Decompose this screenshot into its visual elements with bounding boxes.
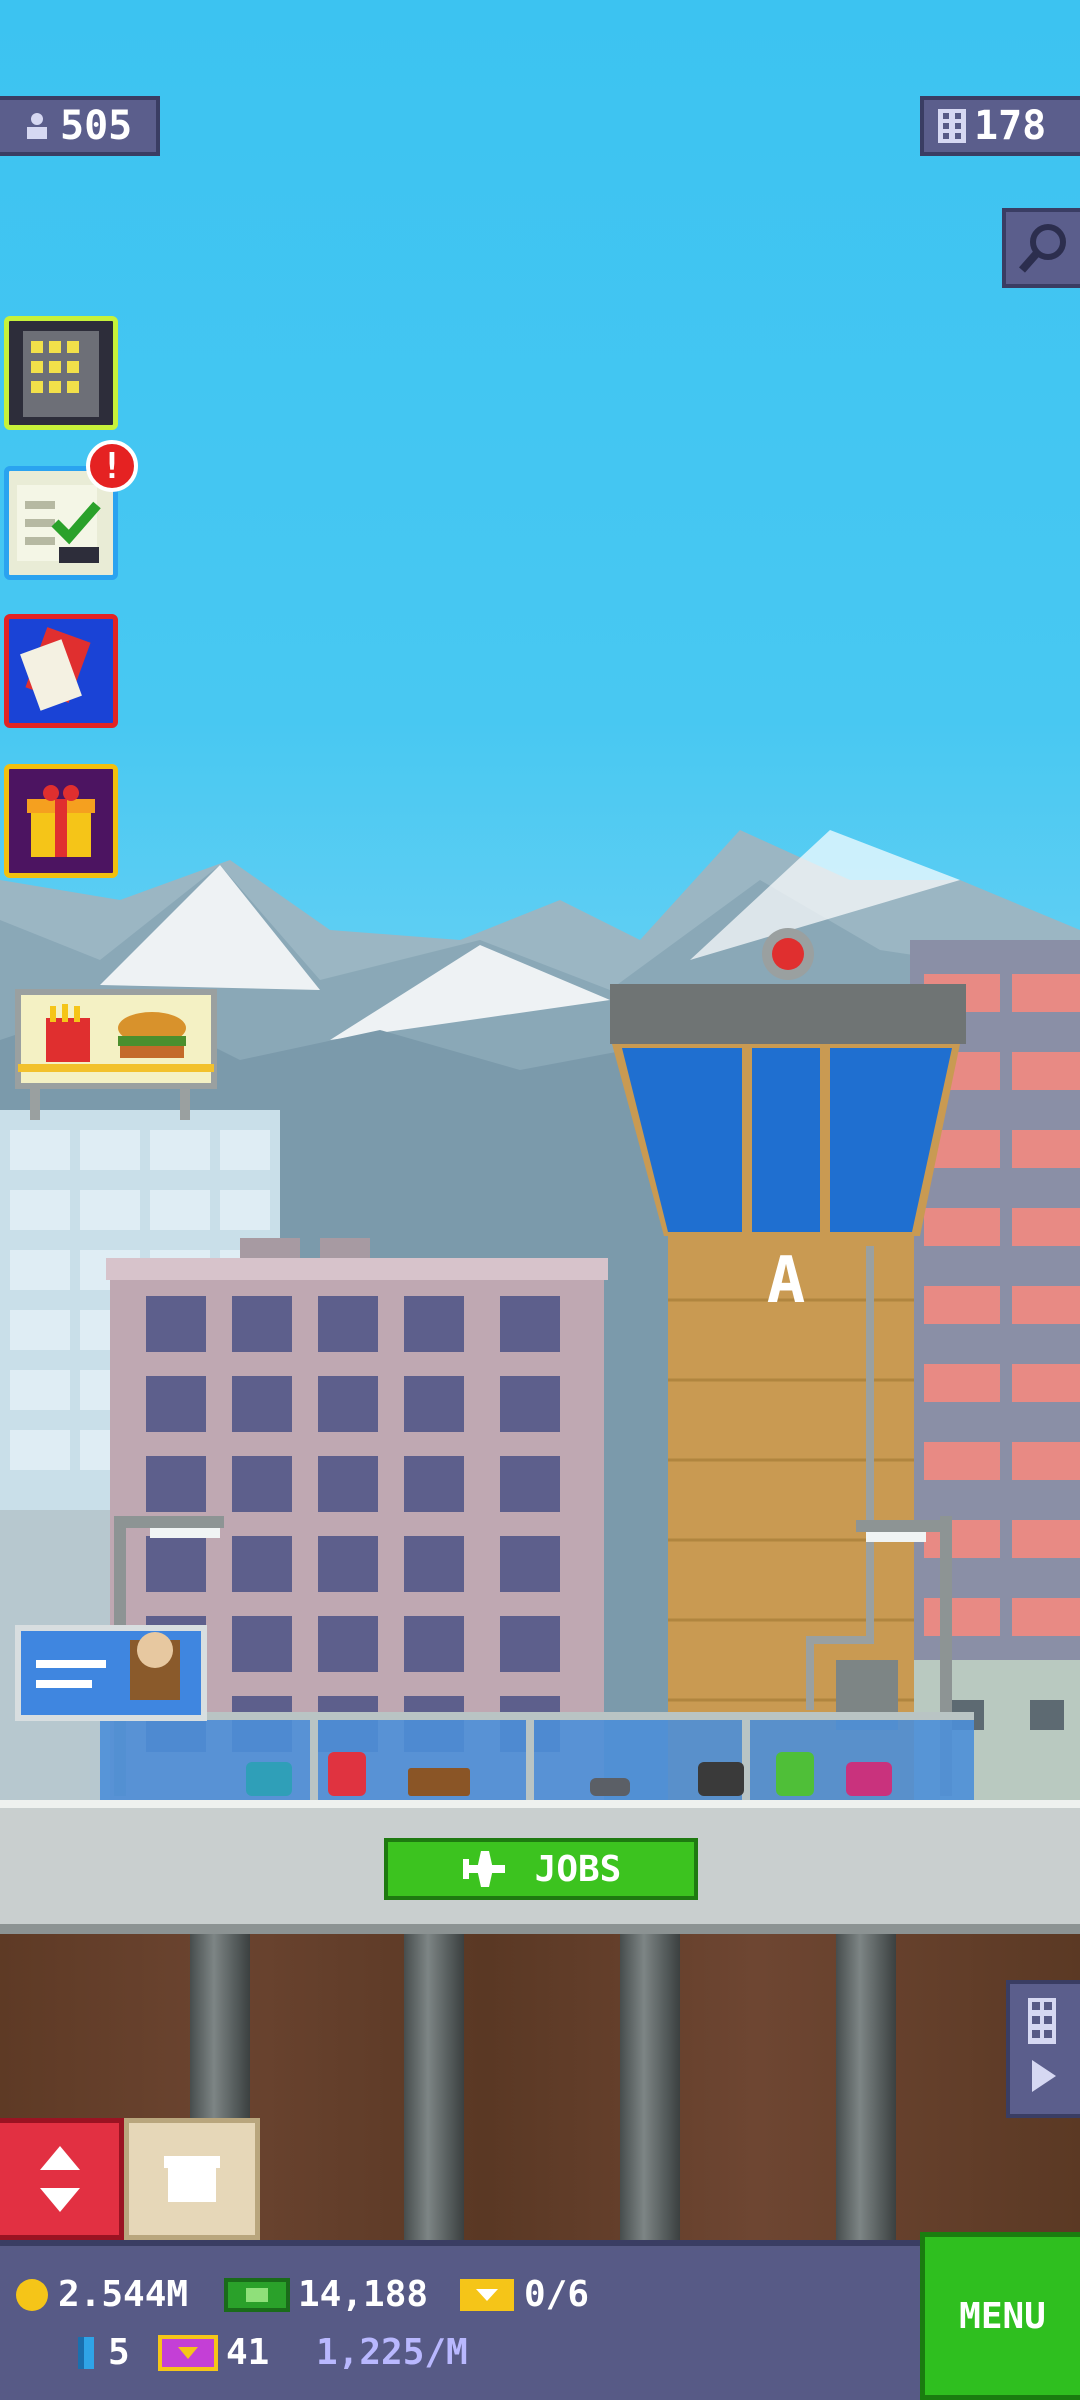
income-rate-value: 1,225/M — [316, 2332, 468, 2373]
stats-bar: 2.544M 14,188 0/6 5 41 1,225/M — [0, 2240, 924, 2400]
coins-value: 2.544M — [58, 2274, 189, 2315]
ticket-icon — [460, 2278, 514, 2311]
income-rate-stat: 1,225/M — [316, 2332, 468, 2373]
storage-button[interactable] — [124, 2118, 260, 2240]
elevator-button[interactable] — [0, 2118, 124, 2240]
keys-value: 5 — [108, 2332, 130, 2373]
box-icon — [164, 2156, 220, 2202]
game-scene: A — [0, 830, 1080, 1800]
airplane-icon — [462, 1851, 505, 1887]
up-down-arrows-icon — [39, 2146, 80, 2212]
tickets-stat: 0/6 — [458, 2274, 589, 2315]
tickets-value: 0/6 — [524, 2274, 590, 2315]
magnifier-icon — [1019, 224, 1066, 273]
bux-stat: 14,188 — [224, 2274, 428, 2315]
floors-counter: 178 — [920, 96, 1080, 156]
floors-value: 178 — [974, 103, 1047, 149]
menu-button[interactable]: MENU — [920, 2232, 1080, 2400]
support-pillar — [404, 1934, 464, 2240]
cards-button[interactable] — [4, 614, 118, 728]
bux-value: 14,188 — [298, 2274, 429, 2315]
coins-stat: 2.544M — [14, 2274, 188, 2315]
gift-icon — [27, 785, 95, 857]
floors-nav-icon — [1028, 1998, 1056, 2092]
floor-navigation-button[interactable] — [1006, 1980, 1080, 2118]
keys-stat: 5 — [72, 2332, 130, 2373]
vip-stat: 41 — [158, 2332, 269, 2373]
population-counter: 505 — [0, 96, 160, 156]
support-pillar — [620, 1934, 680, 2240]
floors-icon — [938, 109, 966, 143]
jobs-button[interactable]: JOBS — [384, 1838, 698, 1900]
population-value: 505 — [60, 103, 133, 149]
bux-icon — [224, 2277, 290, 2312]
glass-fence — [100, 1718, 974, 1800]
cards-icon — [20, 627, 91, 711]
build-button[interactable] — [4, 316, 118, 430]
coin-icon — [16, 2278, 48, 2311]
tower-letter: A — [767, 1244, 806, 1318]
zoom-button[interactable] — [1002, 208, 1080, 288]
building-icon — [23, 331, 99, 417]
vip-value: 41 — [226, 2332, 270, 2373]
vip-ticket-icon — [158, 2334, 218, 2371]
missions-alert-badge: ! — [86, 440, 138, 492]
support-pillar — [836, 1934, 896, 2240]
gift-button[interactable] — [4, 764, 118, 878]
person-icon — [27, 113, 47, 139]
key-icon — [78, 2336, 94, 2369]
jobs-label: JOBS — [534, 1848, 622, 1890]
menu-label: MENU — [959, 2295, 1046, 2337]
